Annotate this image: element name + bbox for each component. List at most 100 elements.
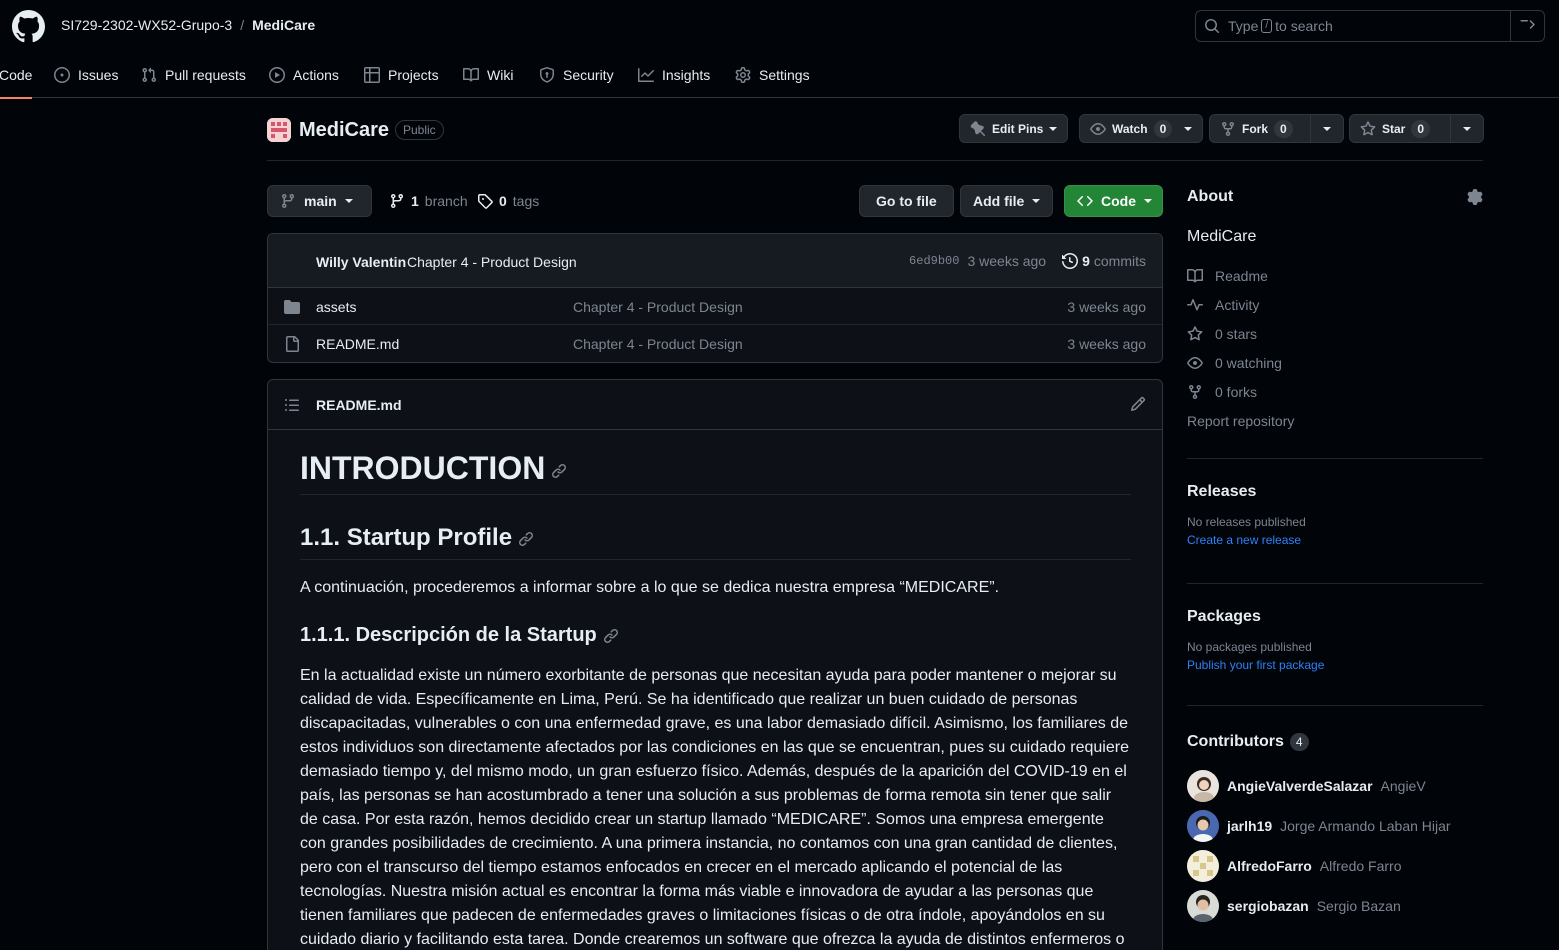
readme-link[interactable]: Readme [1187, 268, 1268, 284]
commit-message[interactable]: Chapter 4 - Product Design [407, 254, 577, 270]
file-row[interactable]: README.md Chapter 4 - Product Design 3 w… [268, 325, 1162, 362]
contributors-title[interactable]: Contributors [1187, 733, 1284, 751]
chevron-down-icon [1032, 199, 1041, 203]
link-icon[interactable] [518, 531, 534, 547]
chevron-down-icon [1049, 126, 1058, 131]
tab-actions[interactable]: Actions [269, 52, 339, 98]
fork-dropdown[interactable] [1311, 115, 1343, 142]
owner-link[interactable]: SI729-2302-WX52-Grupo-3 [61, 17, 232, 33]
tab-wiki-label: Wiki [487, 67, 514, 83]
readme-link-label: Readme [1215, 268, 1268, 284]
tab-insights[interactable]: Insights [638, 52, 710, 98]
create-release-link[interactable]: Create a new release [1187, 533, 1483, 547]
contributors-header: Contributors 4 [1187, 733, 1483, 751]
branch-select-button[interactable]: main [267, 185, 372, 217]
repo-link[interactable]: MediCare [252, 17, 315, 33]
avatar[interactable] [1187, 770, 1219, 802]
go-to-file-button[interactable]: Go to file [859, 185, 954, 217]
fork-icon [1220, 121, 1236, 137]
tab-pull-requests[interactable]: Pull requests [141, 52, 246, 98]
contributor-item[interactable]: sergiobazan Sergio Bazan [1187, 890, 1401, 922]
commit-age: 3 weeks ago [967, 253, 1047, 269]
avatar[interactable] [1187, 850, 1219, 882]
link-icon[interactable] [603, 628, 619, 644]
tag-icon [477, 193, 493, 209]
avatar[interactable] [1187, 810, 1219, 842]
search-placeholder-suffix: to search [1275, 18, 1333, 34]
contributor-item[interactable]: jarlh19 Jorge Armando Laban Hijar [1187, 810, 1451, 842]
file-name[interactable]: assets [316, 299, 356, 315]
github-logo-icon[interactable] [12, 10, 45, 43]
branch-count: 1 [411, 193, 419, 209]
edit-pins-button[interactable]: Edit Pins [959, 114, 1069, 143]
search-input[interactable]: Type / to search [1195, 10, 1545, 42]
repo-title[interactable]: MediCare [299, 119, 389, 142]
outline-icon[interactable] [284, 397, 300, 413]
tab-projects[interactable]: Projects [364, 52, 439, 98]
activity-link[interactable]: Activity [1187, 297, 1259, 313]
star-dropdown[interactable] [1451, 115, 1483, 142]
play-icon [269, 67, 285, 83]
file-name[interactable]: README.md [316, 336, 399, 352]
add-file-label: Add file [973, 193, 1025, 209]
shield-icon [539, 67, 555, 83]
fork-button[interactable]: Fork 0 [1209, 114, 1344, 143]
tab-issues[interactable]: Issues [54, 52, 118, 98]
watching-link[interactable]: 0 watching [1187, 355, 1282, 371]
tab-security-label: Security [563, 67, 614, 83]
commit-sha[interactable]: 6ed9b00 [909, 254, 959, 268]
tab-wiki[interactable]: Wiki [463, 52, 513, 98]
contributor-login: AngieValverdeSalazar [1227, 778, 1373, 794]
tab-code[interactable]: Code [0, 52, 33, 99]
file-commit-message[interactable]: Chapter 4 - Product Design [573, 336, 743, 352]
tab-code-label: Code [0, 67, 33, 83]
watching-link-label: 0 watching [1215, 355, 1282, 371]
contributor-item[interactable]: AlfredoFarro Alfredo Farro [1187, 850, 1402, 882]
contributor-item[interactable]: AngieValverdeSalazar AngieV [1187, 770, 1426, 802]
releases-title[interactable]: Releases [1187, 483, 1483, 501]
eye-icon [1187, 355, 1203, 371]
tag-count: 0 [499, 193, 507, 209]
repo-owner-avatar[interactable] [267, 118, 291, 142]
chevron-down-icon [1144, 199, 1152, 203]
readme-h1-text: INTRODUCTION [300, 450, 546, 486]
sidebar-divider [1187, 583, 1483, 584]
branch-icon [280, 193, 296, 209]
tab-security[interactable]: Security [539, 52, 614, 98]
search-placeholder-prefix: Type [1228, 18, 1259, 34]
code-button[interactable]: Code [1064, 185, 1163, 217]
search-shortcut-key: / [1261, 19, 1273, 33]
report-repository-link[interactable]: Report repository [1187, 413, 1294, 429]
avatar[interactable] [1187, 890, 1219, 922]
file-row[interactable]: assets Chapter 4 - Product Design 3 week… [268, 288, 1162, 325]
link-icon[interactable] [551, 463, 567, 479]
tab-settings[interactable]: Settings [735, 52, 810, 98]
stars-link[interactable]: 0 stars [1187, 326, 1257, 342]
gear-icon[interactable] [1467, 189, 1483, 205]
top-header: SI729-2302-WX52-Grupo-3 / MediCare Type … [0, 0, 1559, 52]
commits-link[interactable]: 9 commits [1062, 253, 1146, 269]
forks-link[interactable]: 0 forks [1187, 384, 1257, 400]
report-link-label: Report repository [1187, 413, 1295, 429]
sidebar-divider [1187, 705, 1483, 706]
commit-meta: 6ed9b00 3 weeks ago 9 commits [909, 253, 1146, 269]
commit-author[interactable]: Willy Valentin [316, 254, 406, 270]
history-icon [1062, 253, 1079, 269]
command-palette-icon[interactable] [1510, 11, 1544, 41]
chevron-down-icon [1184, 126, 1193, 131]
branches-link[interactable]: 1 branch [389, 193, 468, 209]
readme-h1: INTRODUCTION [300, 450, 1131, 495]
star-button[interactable]: Star 0 [1349, 114, 1484, 143]
watch-button[interactable]: Watch 0 [1079, 114, 1204, 143]
tags-link[interactable]: 0 tags [477, 193, 539, 209]
readme-filename[interactable]: README.md [316, 397, 402, 413]
readme-header: README.md [268, 380, 1162, 430]
readme-content: INTRODUCTION 1.1. Startup Profile A cont… [300, 450, 1131, 950]
publish-package-link[interactable]: Publish your first package [1187, 658, 1483, 672]
file-commit-message[interactable]: Chapter 4 - Product Design [573, 299, 743, 315]
add-file-button[interactable]: Add file [960, 185, 1054, 217]
branch-label: branch [424, 193, 468, 209]
code-label: Code [1101, 193, 1136, 209]
packages-title[interactable]: Packages [1187, 608, 1483, 626]
pencil-icon[interactable] [1130, 396, 1146, 412]
